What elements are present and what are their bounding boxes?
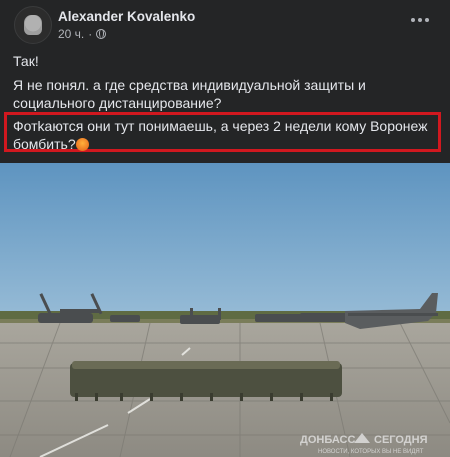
author-avatar[interactable] <box>14 6 52 44</box>
watermark-tagline: НОВОСТИ, КОТОРЫХ ВЫ НЕ ВИДЯТ <box>318 449 424 455</box>
watermark-brand: ДОНБАСС <box>300 434 355 446</box>
post-text-line3: Фотkаются они тут понимаешь, а через 2 н… <box>13 117 433 153</box>
angry-emoji-icon <box>75 138 89 151</box>
post-text-line3-text: Фотkаются они тут понимаешь, а через 2 н… <box>13 118 428 152</box>
globe-icon[interactable] <box>96 29 107 39</box>
post-header: Alexander Kovalenko 20 ч. · <box>0 0 450 44</box>
author-name[interactable]: Alexander Kovalenko <box>58 9 195 24</box>
avatar-figure <box>24 15 42 35</box>
post-text-line1: Так! <box>13 53 39 69</box>
post-text-line2: Я не понял. а где средства индивидуально… <box>13 77 366 111</box>
more-options-icon[interactable] <box>405 10 435 30</box>
post-meta: 20 ч. · <box>58 27 107 41</box>
post-time[interactable]: 20 ч. <box>58 27 84 41</box>
meta-separator: · <box>88 27 93 41</box>
post-photo[interactable]: ДОНБАСС СЕГОДНЯ НОВОСТИ, КОТОРЫХ ВЫ НЕ В… <box>0 163 450 457</box>
watermark-brand2: СЕГОДНЯ <box>374 434 428 446</box>
